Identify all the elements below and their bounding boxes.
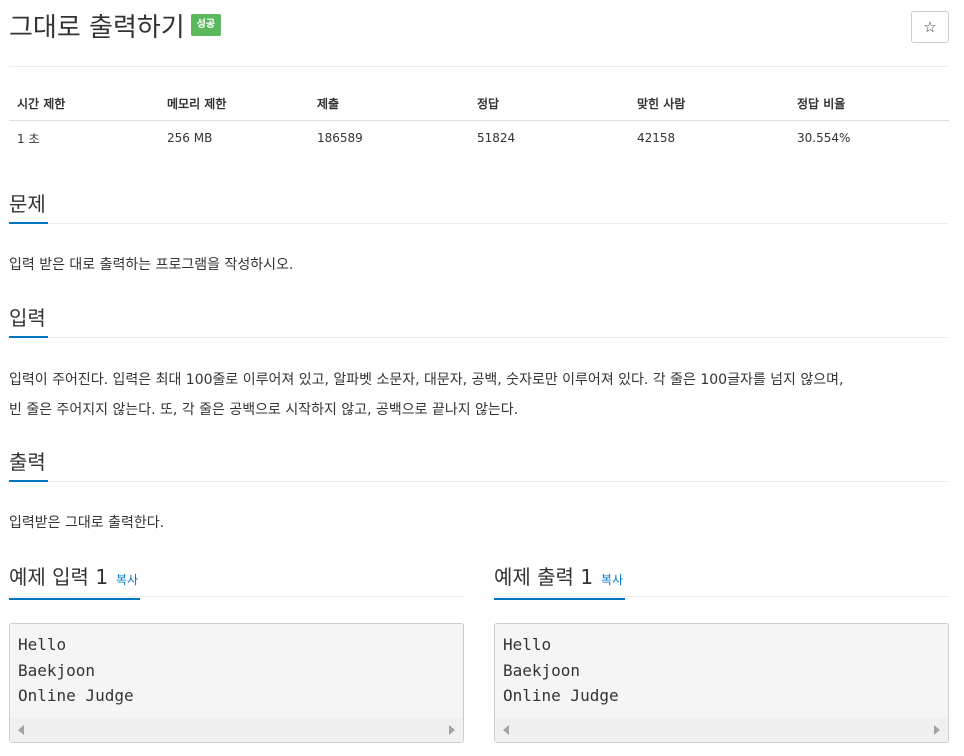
sample-output-scrollbar[interactable]	[495, 718, 948, 742]
description-text: 입력 받은 대로 출력하는 프로그램을 작성하시오.	[9, 257, 294, 273]
sample-output-heading: 예제 출력 1 복사	[494, 560, 626, 600]
sample-output-title: 예제 출력 1	[494, 565, 594, 589]
status-badge: 성공	[190, 13, 222, 36]
sample-output-header: 예제 출력 1 복사	[494, 560, 949, 600]
time-limit-value: 1 초	[17, 131, 40, 146]
problem-page: 그대로 출력하기 성공 ☆ 시간 제한 메모리 제한 제출 정답 맞힌 사람 정답…	[9, 0, 949, 743]
input-description-line-1: 입력이 주어진다. 입력은 최대 100줄로 이루어져 있고, 알파벳 소문자,…	[9, 372, 844, 388]
accept-ratio-value: 30.554%	[797, 131, 851, 145]
output-section-header: 출력	[9, 445, 949, 482]
sample-input-title: 예제 입력 1	[9, 565, 109, 589]
sample-input-header: 예제 입력 1 복사	[9, 560, 464, 600]
header-time-limit: 시간 제한	[9, 86, 159, 121]
sample-output-content: Hello Baekjoon Online Judge	[503, 635, 619, 705]
input-heading: 입력	[9, 301, 48, 338]
sample-input-box: Hello Baekjoon Online Judge	[9, 623, 464, 743]
star-icon: ☆	[923, 18, 937, 36]
header-accept-ratio: 정답 비율	[789, 86, 949, 121]
sample-output-box: Hello Baekjoon Online Judge	[494, 623, 949, 743]
scroll-right-arrow-icon[interactable]	[934, 725, 940, 735]
sample-input-heading: 예제 입력 1 복사	[9, 560, 141, 600]
header-memory-limit: 메모리 제한	[159, 86, 309, 121]
problem-title: 그대로 출력하기	[9, 13, 185, 43]
sample-input-copy-button[interactable]: 복사	[116, 573, 138, 587]
solved-users-value: 42158	[637, 131, 676, 145]
problem-info-table: 시간 제한 메모리 제한 제출 정답 맞힌 사람 정답 비율 1 초 256 M…	[9, 86, 949, 155]
output-heading: 출력	[9, 445, 48, 482]
info-header-row: 시간 제한 메모리 제한 제출 정답 맞힌 사람 정답 비율	[9, 86, 949, 121]
input-section-header: 입력	[9, 301, 949, 338]
memory-limit-value: 256 MB	[167, 131, 213, 145]
accepted-value: 51824	[477, 131, 516, 145]
input-description-line-2: 빈 줄은 주어지지 않는다. 또, 각 줄은 공백으로 시작하지 않고, 공백으…	[9, 402, 519, 418]
header-solved-users: 맞힌 사람	[629, 86, 789, 121]
scroll-left-arrow-icon[interactable]	[503, 725, 509, 735]
header-submissions: 제출	[309, 86, 469, 121]
sample-output-copy-button[interactable]: 복사	[601, 573, 623, 587]
submissions-value: 186589	[317, 131, 363, 145]
output-description: 입력받은 그대로 출력한다.	[9, 515, 165, 531]
favorite-star-button[interactable]: ☆	[911, 11, 949, 43]
description-section-header: 문제	[9, 187, 949, 224]
input-description: 입력이 주어진다. 입력은 최대 100줄로 이루어져 있고, 알파벳 소문자,…	[9, 365, 949, 425]
description-heading: 문제	[9, 187, 48, 224]
sample-input-scrollbar[interactable]	[10, 718, 463, 742]
header-accepted: 정답	[469, 86, 629, 121]
scroll-right-arrow-icon[interactable]	[449, 725, 455, 735]
problem-header: 그대로 출력하기 성공 ☆	[9, 0, 949, 67]
page-title: 그대로 출력하기 성공	[9, 10, 222, 46]
info-value-row: 1 초 256 MB 186589 51824 42158 30.554%	[9, 121, 949, 156]
sample-input-content: Hello Baekjoon Online Judge	[18, 635, 134, 705]
scroll-left-arrow-icon[interactable]	[18, 725, 24, 735]
